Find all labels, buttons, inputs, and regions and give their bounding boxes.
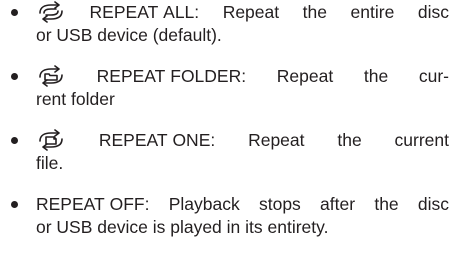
text: cur- xyxy=(418,66,449,86)
text: REPEAT xyxy=(98,130,168,150)
text: ONE: xyxy=(172,130,216,150)
list-item-line-2: file. xyxy=(36,153,64,173)
text: Repeat xyxy=(248,130,305,150)
text: the xyxy=(302,2,327,22)
repeat-folder-icon xyxy=(36,65,66,87)
text: disc xyxy=(417,2,449,22)
repeat-one-icon xyxy=(36,129,66,151)
list-item-line-1: REPEAT FOLDER: Repeat the cur- xyxy=(36,65,449,87)
bullet xyxy=(11,9,18,16)
text: stops xyxy=(258,194,301,214)
text: REPEAT xyxy=(36,194,105,214)
text: entire xyxy=(350,2,395,22)
text: ALL: xyxy=(163,2,200,22)
list-item-line-1: REPEAT ONE: Repeat the current xyxy=(36,129,449,151)
list-item-line-2: or USB device (default). xyxy=(36,25,222,45)
text: Repeat xyxy=(276,66,334,86)
text: OFF: xyxy=(109,194,150,214)
text: disc xyxy=(417,194,450,214)
text: REPEAT xyxy=(89,2,159,22)
list-item-line-1: REPEAT OFF: Playback stops after the dis… xyxy=(36,193,449,215)
text: the xyxy=(363,66,389,86)
text: Repeat xyxy=(222,2,280,22)
text: the xyxy=(374,194,399,214)
text: current xyxy=(394,130,449,150)
text: the xyxy=(337,130,362,150)
bullet xyxy=(11,137,18,144)
text: FOLDER: xyxy=(170,66,247,86)
list-item-line-2: rent folder xyxy=(36,89,115,109)
text: REPEAT xyxy=(96,66,166,86)
repeat-all-icon xyxy=(36,1,66,23)
text: after xyxy=(320,194,356,214)
bullet xyxy=(11,201,18,208)
list-item-line-2: or USB device is played in its entirety. xyxy=(36,217,329,237)
text: Playback xyxy=(168,194,240,214)
list-item-line-1: REPEAT ALL: Repeat the entire disc xyxy=(36,1,449,23)
bullet xyxy=(11,73,18,80)
